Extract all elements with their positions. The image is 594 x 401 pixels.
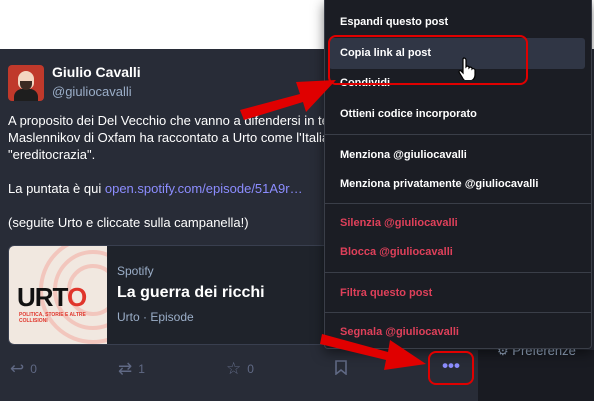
episode-thumbnail: URTO POLITICA, STORIE E ALTRE COLLISIONI xyxy=(9,246,107,344)
star-icon: ☆ xyxy=(226,359,242,378)
menu-separator xyxy=(325,203,591,204)
annotation-arrow-icon xyxy=(320,334,426,370)
menu-separator xyxy=(325,272,591,273)
menu-item-mute[interactable]: Silenzia @giuliocavalli xyxy=(340,217,458,229)
author-name[interactable]: Giulio Cavalli xyxy=(52,64,141,80)
link-preview-card[interactable]: URTO POLITICA, STORIE E ALTRE COLLISIONI… xyxy=(8,245,330,345)
urto-logo-tagline: POLITICA, STORIE E ALTRE COLLISIONI xyxy=(19,312,86,324)
annotation-highlight-more-button xyxy=(428,351,474,385)
urto-logo: URTO xyxy=(17,282,87,312)
menu-separator xyxy=(325,312,591,313)
reply-icon: ↩ xyxy=(10,359,25,378)
menu-item-filter[interactable]: Filtra questo post xyxy=(340,287,432,299)
menu-item-direct-mention[interactable]: Menziona privatamente @giuliocavalli xyxy=(340,178,538,190)
annotation-arrow-icon xyxy=(240,80,336,120)
reply-count: 0 xyxy=(30,361,37,376)
card-title: La guerra dei ricchi xyxy=(117,284,265,301)
boost-count: 1 xyxy=(138,361,145,376)
menu-item-embed[interactable]: Ottieni codice incorporato xyxy=(340,108,477,120)
menu-item-expand[interactable]: Espandi questo post xyxy=(340,16,448,28)
author-handle[interactable]: @giuliocavalli xyxy=(52,84,132,99)
menu-separator xyxy=(325,134,591,135)
card-provider: Spotify xyxy=(117,264,154,278)
annotation-highlight-copy-link xyxy=(328,35,528,85)
menu-item-mention[interactable]: Menziona @giuliocavalli xyxy=(340,149,467,161)
menu-item-block[interactable]: Blocca @giuliocavalli xyxy=(340,246,453,258)
avatar[interactable] xyxy=(8,65,44,101)
favourite-button[interactable]: ☆ 0 xyxy=(226,360,254,377)
card-subtitle: Urto · Episode xyxy=(117,310,194,324)
favourite-count: 0 xyxy=(247,361,254,376)
boost-icon: ⇄ xyxy=(118,359,133,378)
boost-button[interactable]: ⇄ 1 xyxy=(118,360,145,377)
reply-button[interactable]: ↩ 0 xyxy=(10,360,37,377)
episode-link[interactable]: open.spotify.com/episode/51A9r… xyxy=(105,181,303,196)
